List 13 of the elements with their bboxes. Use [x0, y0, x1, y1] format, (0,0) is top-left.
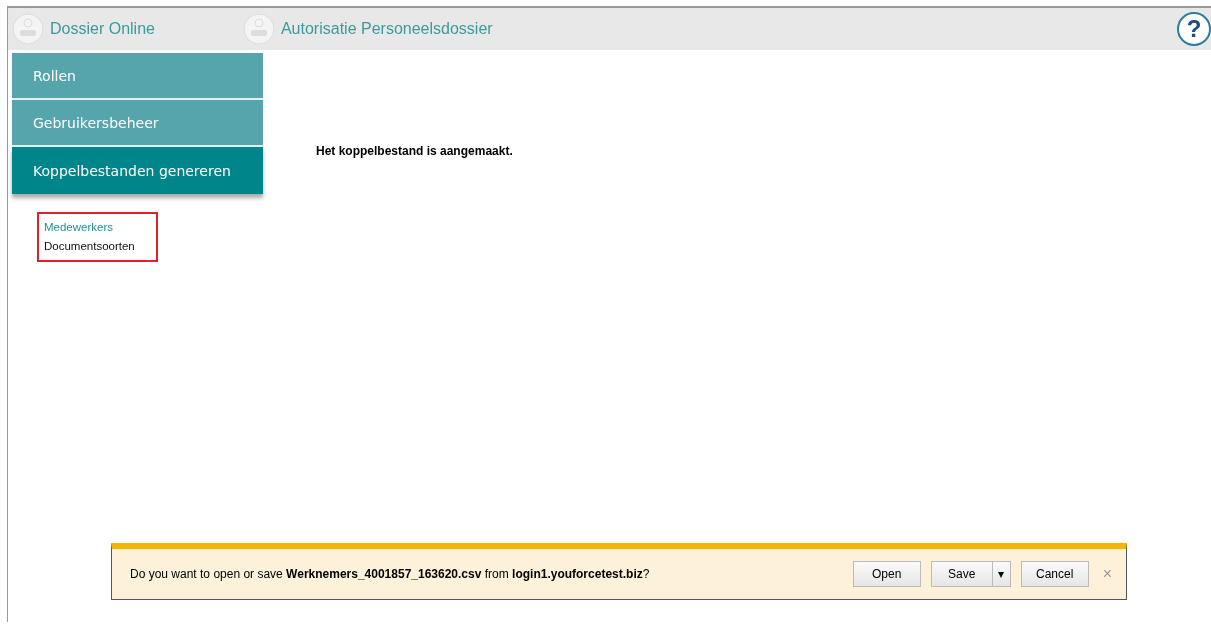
logo-icon: [242, 13, 275, 45]
status-message: Het koppelbestand is aangemaakt.: [316, 144, 513, 158]
help-button[interactable]: ?: [1177, 12, 1211, 46]
logo-icon: [12, 13, 44, 45]
download-prompt: Do you want to open or save Werknemers_4001857_163620.csv from login1.youforcetest.biz?: [130, 567, 650, 581]
cancel-button[interactable]: Cancel: [1020, 561, 1089, 587]
submenu-link[interactable]: Documentsoorten: [44, 237, 152, 256]
page-title: Autorisatie Personeelsdossier: [280, 20, 493, 38]
save-button[interactable]: Save: [930, 561, 993, 587]
app-title: Dossier Online: [50, 20, 155, 38]
submenu-link[interactable]: Medewerkers: [44, 218, 152, 237]
open-button[interactable]: Open: [852, 561, 921, 587]
sidebar-item[interactable]: Koppelbestanden genereren: [12, 147, 263, 194]
